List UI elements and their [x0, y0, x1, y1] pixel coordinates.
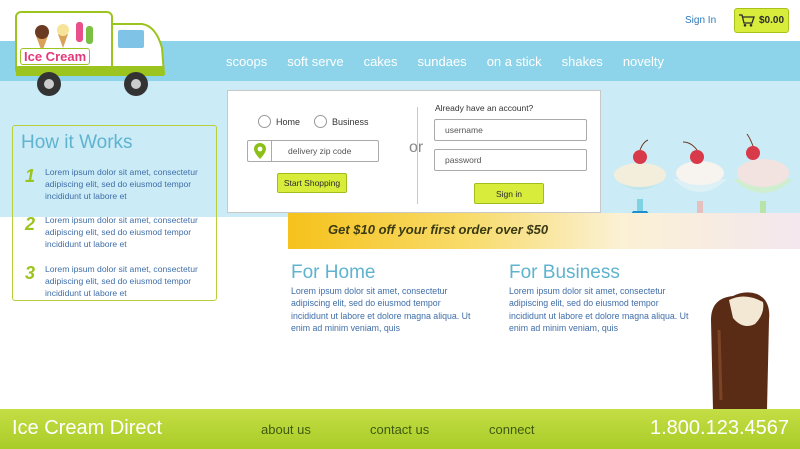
nav-item-on-a-stick[interactable]: on a stick — [487, 54, 542, 69]
ice-cream-bar-image — [705, 290, 775, 410]
radio-button[interactable] — [258, 115, 271, 128]
step-text: Lorem ipsum dolor sit amet, consectetur … — [45, 264, 198, 298]
cart-button[interactable]: $0.00 — [734, 8, 789, 33]
footer-brand: Ice Cream Direct — [12, 417, 163, 439]
main-nav: scoops soft serve cakes sundaes on a sti… — [226, 41, 684, 81]
logo-text: Ice Cream — [20, 48, 91, 65]
step-text: Lorem ipsum dolor sit amet, consectetur … — [45, 167, 198, 201]
how-step: 3 Lorem ipsum dolor sit amet, consectetu… — [25, 263, 213, 299]
radio-business-label: Business — [332, 116, 369, 127]
footer-about-link[interactable]: about us — [261, 422, 311, 437]
footer: Ice Cream Direct about us contact us con… — [0, 409, 800, 449]
username-input[interactable]: username — [434, 119, 587, 141]
nav-item-scoops[interactable]: scoops — [226, 54, 267, 69]
shop-login-panel: Home Business delivery zip code Start Sh… — [227, 90, 601, 213]
zip-code-input[interactable]: delivery zip code — [247, 140, 379, 162]
promo-banner[interactable]: Get $10 off your first order over $50 — [288, 213, 800, 249]
radio-home-label: Home — [276, 116, 301, 127]
for-business-text: Lorem ipsum dolor sit amet, consectetur … — [509, 286, 689, 333]
vertical-divider — [417, 107, 418, 204]
cart-total: $0.00 — [758, 15, 785, 26]
nav-item-shakes[interactable]: shakes — [562, 54, 603, 69]
ice-cream-truck-logo[interactable]: Ice Cream — [14, 8, 170, 100]
password-input[interactable]: password — [434, 149, 587, 171]
radio-business[interactable]: Business — [314, 115, 369, 128]
step-number: 2 — [25, 214, 36, 234]
step-text: Lorem ipsum dolor sit amet, consectetur … — [45, 215, 198, 249]
radio-button[interactable] — [314, 115, 327, 128]
nav-item-novelty[interactable]: novelty — [623, 54, 664, 69]
step-number: 1 — [25, 166, 36, 186]
start-shopping-button[interactable]: Start Shopping — [277, 173, 347, 193]
footer-contact-link[interactable]: contact us — [370, 422, 429, 437]
for-home-text: Lorem ipsum dolor sit amet, consectetur … — [291, 286, 471, 333]
nav-item-sundaes[interactable]: sundaes — [418, 54, 467, 69]
account-heading: Already have an account? — [435, 103, 534, 113]
nav-item-cakes[interactable]: cakes — [364, 54, 398, 69]
how-it-works-title: How it Works — [21, 132, 133, 153]
footer-connect-link[interactable]: connect — [489, 422, 535, 437]
radio-home[interactable]: Home — [258, 115, 300, 128]
location-pin-icon — [248, 141, 272, 161]
promo-text: Get $10 off your first order over $50 — [328, 222, 549, 237]
nav-item-soft-serve[interactable]: soft serve — [287, 54, 343, 69]
sign-in-button[interactable]: Sign in — [474, 183, 544, 204]
how-step: 1 Lorem ipsum dolor sit amet, consectetu… — [25, 166, 213, 202]
step-number: 3 — [25, 263, 36, 283]
how-step: 2 Lorem ipsum dolor sit amet, consectetu… — [25, 214, 213, 250]
zip-placeholder: delivery zip code — [288, 146, 352, 156]
how-it-works-panel: How it Works 1 Lorem ipsum dolor sit ame… — [12, 125, 217, 301]
cart-icon — [738, 14, 755, 27]
sign-in-link[interactable]: Sign In — [685, 15, 716, 26]
for-home-title: For Home — [291, 262, 376, 283]
footer-phone: 1.800.123.4567 — [650, 417, 790, 439]
for-business-title: For Business — [509, 262, 620, 283]
